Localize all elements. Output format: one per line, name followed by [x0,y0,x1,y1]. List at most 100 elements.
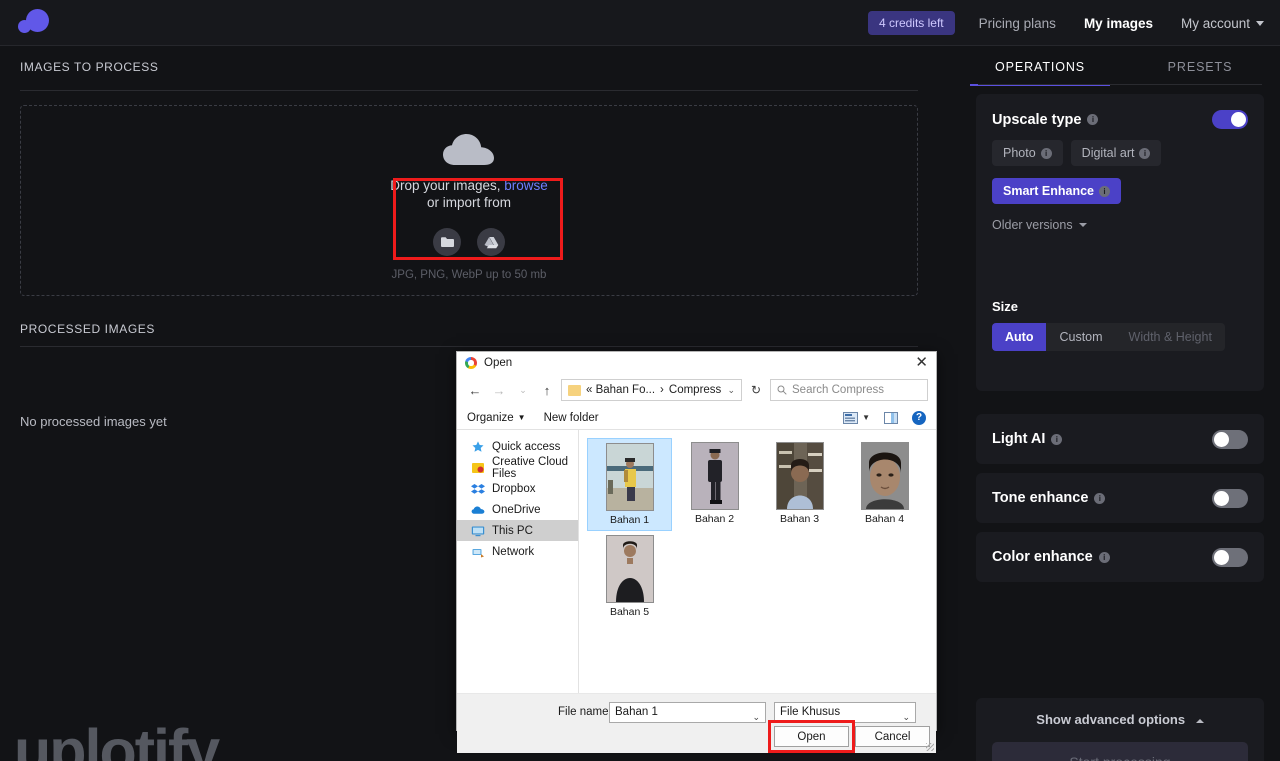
older-versions-toggle[interactable]: Older versions [992,218,1087,232]
cancel-button[interactable]: Cancel [855,726,930,747]
star-icon [471,440,485,454]
no-processed-images-text: No processed images yet [20,414,167,429]
file-type-select[interactable]: File Khusus ⌄ [774,702,916,723]
info-icon[interactable]: i [1040,147,1052,159]
light-ai-label-group: Light AI i [992,431,1063,447]
info-icon[interactable]: i [1051,433,1063,445]
organize-button[interactable]: Organize ▼ [467,412,526,424]
sidebar-item-creative-cloud-files[interactable]: Creative Cloud Files [457,456,578,480]
tab-operations[interactable]: OPERATIONS [960,52,1120,86]
tone-enhance-card: Tone enhance i [976,473,1264,523]
file-item-bahan-3[interactable]: Bahan 3 [757,438,842,531]
size-option-auto[interactable]: Auto [992,323,1047,351]
sidebar-item-onedrive[interactable]: OneDrive [457,499,578,520]
nav-my-images[interactable]: My images [1084,16,1153,31]
folder-icon [568,384,581,396]
nav-my-account-label: My account [1180,15,1250,31]
file-name-label: Bahan 3 [779,513,820,525]
chip-digital-art[interactable]: Digital art i [1070,140,1162,166]
sidebar-item-network[interactable]: Network [457,541,578,562]
tone-enhance-label-group: Tone enhance i [992,490,1106,506]
size-option-custom[interactable]: Custom [1046,323,1115,351]
recent-locations-icon[interactable]: ⌄ [513,380,533,400]
forward-icon[interactable]: → [489,380,509,400]
size-option-width-height[interactable]: Width & Height [1116,323,1225,351]
file-name-field-label: File name: [558,706,612,718]
file-item-bahan-4[interactable]: Bahan 4 [842,438,927,531]
light-ai-label: Light AI [992,431,1046,447]
info-icon[interactable]: i [1139,147,1151,159]
nav-my-account[interactable]: My account [1181,16,1264,31]
sidebar-item-dropbox[interactable]: Dropbox [457,478,578,499]
file-item-bahan-1[interactable]: Bahan 1 [587,438,672,531]
operations-panel: OPERATIONS PRESETS Upscale type i Photo … [960,46,1280,761]
creative-cloud-icon [471,461,485,475]
sidebar-item-quick-access-label: Quick access [492,440,561,453]
info-icon[interactable]: i [1094,492,1106,504]
show-advanced-options-button[interactable]: Show advanced options [976,712,1264,727]
address-breadcrumb-bar[interactable]: « Bahan Fo... › Compress ⌄ [561,379,742,401]
back-icon[interactable]: ← [465,380,485,400]
light-ai-toggle[interactable] [1212,429,1248,449]
file-name-label: Bahan 5 [609,606,650,618]
sidebar-item-this-pc[interactable]: This PC [457,520,578,541]
info-icon[interactable]: i [1099,185,1111,197]
file-item-bahan-5[interactable]: Bahan 5 [587,531,672,624]
preview-pane-icon [884,411,898,424]
chip-smart-enhance[interactable]: Smart Enhance i [992,178,1122,204]
chevron-down-icon[interactable]: ⌄ [727,385,735,396]
tabs-divider [978,84,1262,85]
upscale-type-toggle[interactable] [1212,110,1248,129]
tone-enhance-toggle[interactable] [1212,488,1248,508]
uplotify-watermark: uplotify [14,717,220,761]
show-advanced-options-label: Show advanced options [1036,712,1186,727]
open-button[interactable]: Open [774,726,849,747]
dialog-toolbar: Organize ▼ New folder ▼ ? [457,406,936,430]
help-icon[interactable]: ? [912,410,926,425]
resize-grip[interactable] [926,743,934,751]
info-icon[interactable]: i [1098,551,1110,563]
search-input[interactable]: Search Compress [770,379,928,401]
chevron-down-icon[interactable]: ⌄ [752,708,760,727]
images-to-process-heading: IMAGES TO PROCESS [20,60,159,74]
tab-presets[interactable]: PRESETS [1120,52,1280,86]
chip-digital-art-label: Digital art [1081,146,1135,160]
breadcrumb-parent[interactable]: « Bahan Fo... [586,384,655,396]
chip-photo[interactable]: Photo i [992,140,1063,166]
new-folder-button[interactable]: New folder [544,412,599,424]
dropzone-secondary-text: or import from [426,195,511,210]
upload-dropzone[interactable]: Drop your images, browse or import from [20,105,918,296]
credits-badge[interactable]: 4 credits left [867,11,955,35]
file-name-label: Bahan 1 [609,514,650,526]
file-thumbnail [690,442,739,510]
close-icon[interactable]: ✕ [915,354,928,372]
file-thumbnail [605,535,654,603]
refresh-icon[interactable]: ↻ [746,380,766,400]
upscale-type-label: Upscale type [992,111,1082,128]
dialog-title-label: Open [484,357,513,369]
start-processing-button[interactable]: Start processing [992,742,1248,761]
chrome-logo-icon [465,357,477,369]
search-icon [777,385,787,395]
panel-tabs: OPERATIONS PRESETS [960,52,1280,86]
folder-icon[interactable] [433,228,461,256]
up-one-level-icon[interactable]: ↑ [537,380,557,400]
info-icon[interactable]: i [1087,114,1099,125]
google-drive-icon[interactable] [477,228,505,256]
view-mode-button[interactable]: ▼ [843,411,870,424]
nav-pricing-plans[interactable]: Pricing plans [979,16,1056,31]
sidebar-item-network-label: Network [492,545,535,558]
color-enhance-toggle[interactable] [1212,547,1248,567]
file-open-dialog: Open ✕ ← → ⌄ ↑ « Bahan Fo... › Compress … [456,351,937,753]
divider-top [20,90,918,91]
breadcrumb-current[interactable]: Compress [669,384,721,396]
upscale-type-card: Upscale type i Photo i Digital art i Sma… [976,94,1264,304]
file-item-bahan-2[interactable]: Bahan 2 [672,438,757,531]
sidebar-item-onedrive-label: OneDrive [492,503,541,516]
browse-link[interactable]: browse [504,178,548,193]
app-logo[interactable] [18,6,52,40]
tone-enhance-label: Tone enhance [992,490,1089,506]
file-name-input[interactable]: Bahan 1 ⌄ [609,702,766,723]
preview-pane-button[interactable] [884,411,898,424]
sidebar-item-quick-access[interactable]: Quick access [457,436,578,457]
